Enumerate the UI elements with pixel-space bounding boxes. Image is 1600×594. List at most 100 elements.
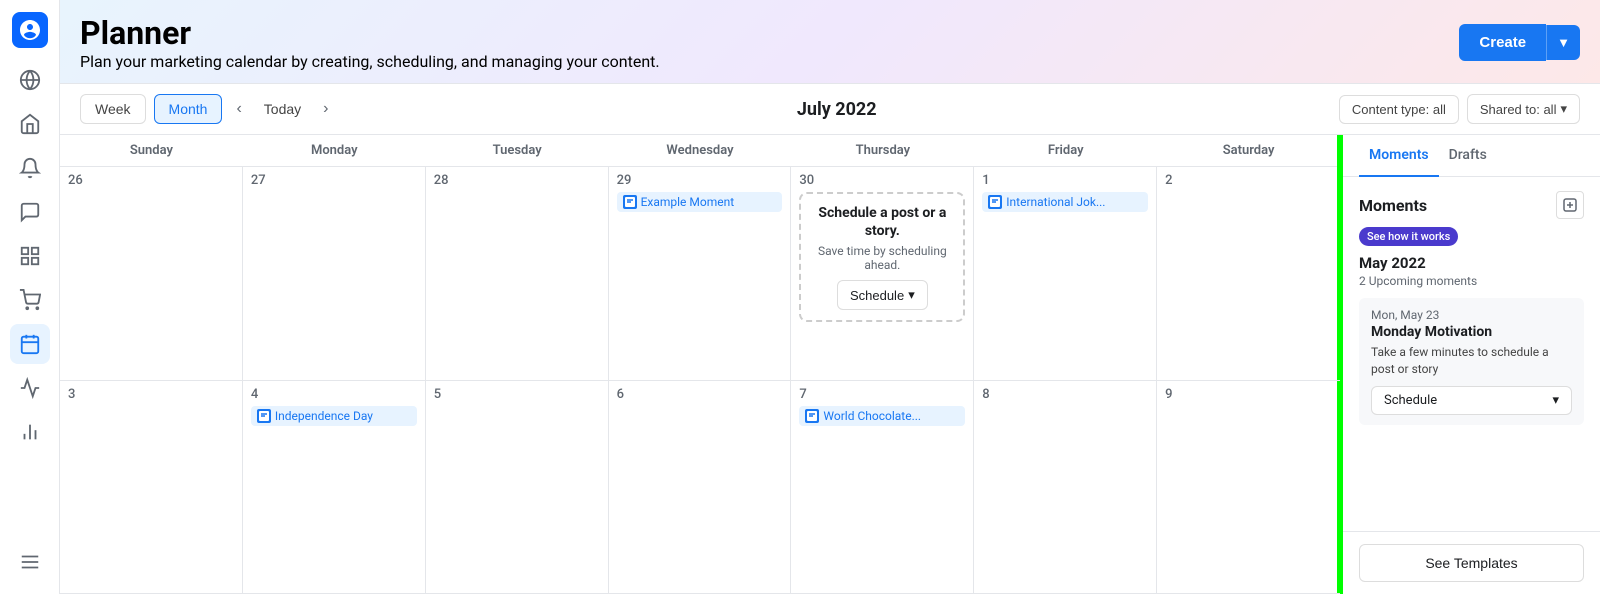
day-number-1: 1 (982, 173, 1148, 188)
sidebar-item-notifications[interactable] (10, 148, 50, 188)
sidebar-item-home[interactable] (10, 104, 50, 144)
cal-cell-28[interactable]: 28 (426, 167, 609, 381)
schedule-prompt: Schedule a post or a story. Save time by… (799, 192, 965, 322)
today-button[interactable]: Today (256, 97, 309, 121)
next-month-button[interactable]: › (317, 96, 334, 122)
create-dropdown-button[interactable]: ▼ (1546, 25, 1580, 60)
panel-month: May 2022 (1359, 254, 1584, 272)
sidebar-item-more[interactable] (10, 542, 50, 582)
meta-logo-icon[interactable] (12, 12, 48, 48)
cal-cell-5[interactable]: 5 (426, 381, 609, 594)
main-area: Planner Plan your marketing calendar by … (60, 0, 1600, 594)
sidebar-item-globe[interactable] (10, 60, 50, 100)
event-independence-day[interactable]: Independence Day (251, 406, 417, 426)
panel-upcoming: 2 Upcoming moments (1359, 274, 1584, 288)
sidebar-item-insights[interactable] (10, 412, 50, 452)
cal-cell-27[interactable]: 27 (243, 167, 426, 381)
day-number-8: 8 (982, 387, 1148, 402)
schedule-prompt-button[interactable]: Schedule ▾ (837, 280, 928, 310)
day-number-28: 28 (434, 173, 600, 188)
moments-icon-button[interactable] (1556, 191, 1584, 219)
calendar: Sunday Monday Tuesday Wednesday Thursday… (60, 135, 1340, 594)
moment-schedule-arrow: ▾ (1552, 393, 1559, 408)
moment-description: Take a few minutes to schedule a post or… (1371, 344, 1572, 378)
right-panel: Moments Drafts Moments See how it works (1340, 135, 1600, 594)
cal-cell-2[interactable]: 2 (1157, 167, 1340, 381)
shared-to-filter[interactable]: Shared to: all ▾ (1467, 94, 1580, 124)
schedule-prompt-subtitle: Save time by scheduling ahead. (811, 244, 953, 272)
cal-cell-4[interactable]: 4 Independence Day (243, 381, 426, 594)
page-header: Planner Plan your marketing calendar by … (60, 0, 1600, 84)
event-label: Example Moment (641, 195, 735, 209)
moments-title: Moments (1359, 196, 1427, 215)
day-number-29: 29 (617, 173, 783, 188)
tab-moments[interactable]: Moments (1359, 135, 1439, 177)
calendar-toolbar: Week Month ‹ Today › July 2022 Content t… (60, 84, 1600, 135)
tab-drafts[interactable]: Drafts (1439, 135, 1497, 177)
cal-cell-8[interactable]: 8 (974, 381, 1157, 594)
cal-cell-6[interactable]: 6 (609, 381, 792, 594)
page-title: Planner (80, 14, 660, 52)
cal-cell-7[interactable]: 7 World Chocolate... (791, 381, 974, 594)
schedule-prompt-button-label: Schedule (850, 288, 904, 303)
day-number-2: 2 (1165, 173, 1332, 188)
day-number-7: 7 (799, 387, 965, 402)
sidebar-item-planner[interactable] (10, 324, 50, 364)
sidebar-item-commerce[interactable] (10, 280, 50, 320)
cal-cell-1[interactable]: 1 International Jok... (974, 167, 1157, 381)
schedule-prompt-title: Schedule a post or a story. (811, 204, 953, 240)
month-view-button[interactable]: Month (154, 94, 223, 124)
event-icon (623, 195, 637, 209)
day-header-monday: Monday (243, 135, 426, 166)
sidebar-item-content[interactable] (10, 236, 50, 276)
moments-section-header: Moments (1359, 191, 1584, 219)
moment-card: Mon, May 23 Monday Motivation Take a few… (1359, 298, 1584, 425)
cal-cell-3[interactable]: 3 (60, 381, 243, 594)
cal-cell-26[interactable]: 26 (60, 167, 243, 381)
calendar-day-headers: Sunday Monday Tuesday Wednesday Thursday… (60, 135, 1340, 167)
calendar-grid: 26 27 28 29 Example Moment (60, 167, 1340, 594)
event-label-3: Independence Day (275, 409, 373, 423)
day-number-9: 9 (1165, 387, 1332, 402)
shared-to-arrow: ▾ (1560, 101, 1567, 117)
day-header-thursday: Thursday (791, 135, 974, 166)
moment-schedule-dropdown[interactable]: Schedule ▾ (1371, 386, 1572, 415)
day-header-friday: Friday (974, 135, 1157, 166)
sidebar (0, 0, 60, 594)
moment-schedule-label: Schedule (1384, 393, 1437, 408)
panel-footer: See Templates (1343, 531, 1600, 594)
week-view-button[interactable]: Week (80, 94, 146, 124)
event-world-chocolate[interactable]: World Chocolate... (799, 406, 965, 426)
day-number-5: 5 (434, 387, 600, 402)
create-button[interactable]: Create (1459, 24, 1546, 61)
event-example-moment[interactable]: Example Moment (617, 192, 783, 212)
current-month-title: July 2022 (342, 99, 1330, 120)
day-number-4: 4 (251, 387, 417, 402)
day-number-26: 26 (68, 173, 234, 188)
cal-cell-30[interactable]: 30 Schedule a post or a story. Save time… (791, 167, 974, 381)
see-how-badge[interactable]: See how it works (1359, 227, 1458, 246)
event-label-2: International Jok... (1006, 195, 1105, 209)
moment-date: Mon, May 23 (1371, 308, 1572, 322)
panel-tabs: Moments Drafts (1343, 135, 1600, 177)
event-label-4: World Chocolate... (823, 409, 921, 423)
cal-cell-29[interactable]: 29 Example Moment (609, 167, 792, 381)
day-number-30: 30 (799, 173, 965, 188)
page-subtitle: Plan your marketing calendar by creating… (80, 52, 660, 71)
day-number-6: 6 (617, 387, 783, 402)
sidebar-item-ads[interactable] (10, 368, 50, 408)
panel-content: Moments See how it works May 2022 2 Upco… (1343, 177, 1600, 531)
prev-month-button[interactable]: ‹ (230, 96, 247, 122)
event-international-joke[interactable]: International Jok... (982, 192, 1148, 212)
schedule-prompt-button-arrow: ▾ (908, 287, 915, 303)
cal-cell-9[interactable]: 9 (1157, 381, 1340, 594)
day-header-sunday: Sunday (60, 135, 243, 166)
create-button-group: Create ▼ (1459, 24, 1580, 61)
day-number-27: 27 (251, 173, 417, 188)
moment-title: Monday Motivation (1371, 324, 1572, 340)
see-templates-button[interactable]: See Templates (1359, 544, 1584, 582)
sidebar-item-messages[interactable] (10, 192, 50, 232)
content-area: Sunday Monday Tuesday Wednesday Thursday… (60, 135, 1600, 594)
day-header-wednesday: Wednesday (609, 135, 792, 166)
content-type-filter[interactable]: Content type: all (1339, 95, 1459, 124)
